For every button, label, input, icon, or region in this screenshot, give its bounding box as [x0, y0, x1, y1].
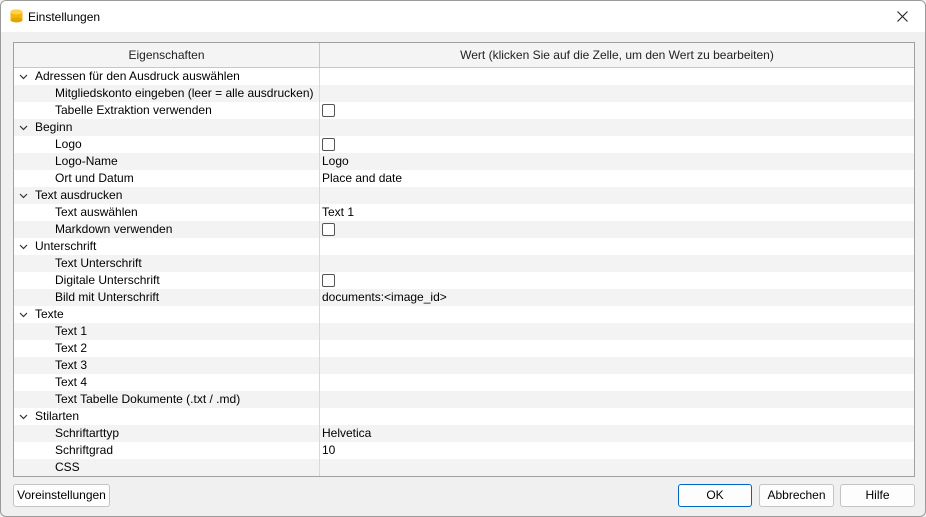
property-label: Text ausdrucken — [35, 188, 123, 202]
value-cell[interactable] — [320, 357, 912, 374]
group-row[interactable]: Beginn — [14, 119, 914, 136]
settings-dialog: Einstellungen Eigenschaften Wert (klicke… — [0, 0, 926, 517]
title-bar: Einstellungen — [1, 1, 925, 32]
value-cell — [320, 187, 912, 204]
value-cell[interactable] — [320, 459, 912, 476]
group-row[interactable]: Unterschrift — [14, 238, 914, 255]
value-cell[interactable] — [320, 391, 912, 408]
property-row[interactable]: Tabelle Extraktion verwenden — [14, 102, 914, 119]
column-header-value[interactable]: Wert (klicken Sie auf die Zelle, um den … — [320, 43, 914, 67]
property-row[interactable]: Mitgliedskonto eingeben (leer = alle aus… — [14, 85, 914, 102]
value-cell[interactable]: documents:<image_id> — [320, 289, 912, 306]
checkbox[interactable] — [322, 104, 335, 117]
property-row[interactable]: Schriftgrad 10 — [14, 442, 914, 459]
property-row[interactable]: Logo — [14, 136, 914, 153]
chevron-down-icon[interactable] — [19, 72, 28, 81]
property-label: Schriftgrad — [55, 443, 114, 457]
group-row[interactable]: Texte — [14, 306, 914, 323]
property-label: Text 4 — [55, 375, 88, 389]
column-divider — [319, 68, 320, 476]
property-row[interactable]: Text Unterschrift — [14, 255, 914, 272]
chevron-down-icon[interactable] — [19, 310, 28, 319]
property-label: Logo — [55, 137, 82, 151]
property-label: Digitale Unterschrift — [55, 273, 160, 287]
app-icon — [10, 9, 23, 23]
chevron-down-icon[interactable] — [19, 412, 28, 421]
property-label: Ort und Datum — [55, 171, 134, 185]
value-cell — [320, 408, 912, 425]
value-cell[interactable]: Helvetica — [320, 425, 912, 442]
close-icon — [896, 11, 908, 22]
grid-header: Eigenschaften Wert (klicken Sie auf die … — [14, 43, 914, 68]
property-row[interactable]: Bild mit Unterschrift documents:<image_id… — [14, 289, 914, 306]
property-label: Unterschrift — [35, 239, 97, 253]
value-cell[interactable] — [320, 221, 912, 238]
property-row[interactable]: Text Tabelle Dokumente (.txt / .md) — [14, 391, 914, 408]
value-cell — [320, 306, 912, 323]
value-cell[interactable] — [320, 374, 912, 391]
property-label: Adressen für den Ausdruck auswählen — [35, 69, 240, 83]
property-row[interactable]: Text 4 — [14, 374, 914, 391]
group-row[interactable]: Text ausdrucken — [14, 187, 914, 204]
value-cell[interactable] — [320, 136, 912, 153]
value-cell[interactable] — [320, 340, 912, 357]
chevron-down-icon[interactable] — [19, 123, 28, 132]
property-label: Text 2 — [55, 341, 88, 355]
property-label: Text auswählen — [55, 205, 138, 219]
chevron-down-icon[interactable] — [19, 191, 28, 200]
checkbox[interactable] — [322, 223, 335, 236]
cancel-button[interactable]: Abbrechen — [759, 484, 834, 507]
property-row[interactable]: Schriftarttyp Helvetica — [14, 425, 914, 442]
property-label: Tabelle Extraktion verwenden — [55, 103, 212, 117]
property-label: Bild mit Unterschrift — [55, 290, 160, 304]
defaults-button[interactable]: Voreinstellungen — [13, 484, 110, 507]
property-label: Stilarten — [35, 409, 80, 423]
property-label: Texte — [35, 307, 64, 321]
value-cell[interactable]: Logo — [320, 153, 912, 170]
property-label: Mitgliedskonto eingeben (leer = alle aus… — [55, 86, 314, 100]
value-cell[interactable] — [320, 272, 912, 289]
properties-grid: Eigenschaften Wert (klicken Sie auf die … — [13, 42, 915, 477]
property-label: Text 1 — [55, 324, 88, 338]
property-row[interactable]: Text 1 — [14, 323, 914, 340]
value-cell — [320, 238, 912, 255]
value-cell[interactable] — [320, 255, 912, 272]
property-row[interactable]: CSS — [14, 459, 914, 476]
property-label: Text 3 — [55, 358, 88, 372]
property-row[interactable]: Markdown verwenden — [14, 221, 914, 238]
grid-rows: Adressen für den Ausdruck auswählen Mitgl… — [14, 68, 914, 476]
property-row[interactable]: Text auswählen Text 1 — [14, 204, 914, 221]
value-cell[interactable] — [320, 85, 912, 102]
value-cell[interactable] — [320, 102, 912, 119]
value-cell[interactable]: 10 — [320, 442, 912, 459]
property-row[interactable]: Ort und Datum Place and date — [14, 170, 914, 187]
checkbox[interactable] — [322, 138, 335, 151]
property-label: Logo-Name — [55, 154, 118, 168]
property-row[interactable]: Text 2 — [14, 340, 914, 357]
value-cell — [320, 68, 912, 85]
property-label: Schriftarttyp — [55, 426, 120, 440]
ok-button[interactable]: OK — [678, 484, 752, 507]
property-row[interactable]: Digitale Unterschrift — [14, 272, 914, 289]
help-button[interactable]: Hilfe — [840, 484, 915, 507]
property-label: Markdown verwenden — [55, 222, 173, 236]
checkbox[interactable] — [322, 274, 335, 287]
property-label: Text Unterschrift — [55, 256, 142, 270]
property-label: Beginn — [35, 120, 73, 134]
property-label: CSS — [55, 460, 80, 474]
property-row[interactable]: Logo-Name Logo — [14, 153, 914, 170]
value-cell[interactable]: Place and date — [320, 170, 912, 187]
value-cell[interactable]: Text 1 — [320, 204, 912, 221]
property-label: Text Tabelle Dokumente (.txt / .md) — [55, 392, 241, 406]
group-row[interactable]: Stilarten — [14, 408, 914, 425]
close-button[interactable] — [879, 1, 925, 32]
property-row[interactable]: Text 3 — [14, 357, 914, 374]
chevron-down-icon[interactable] — [19, 242, 28, 251]
value-cell — [320, 119, 912, 136]
window-title: Einstellungen — [28, 10, 101, 24]
group-row[interactable]: Adressen für den Ausdruck auswählen — [14, 68, 914, 85]
column-header-properties[interactable]: Eigenschaften — [14, 43, 320, 67]
value-cell[interactable] — [320, 323, 912, 340]
